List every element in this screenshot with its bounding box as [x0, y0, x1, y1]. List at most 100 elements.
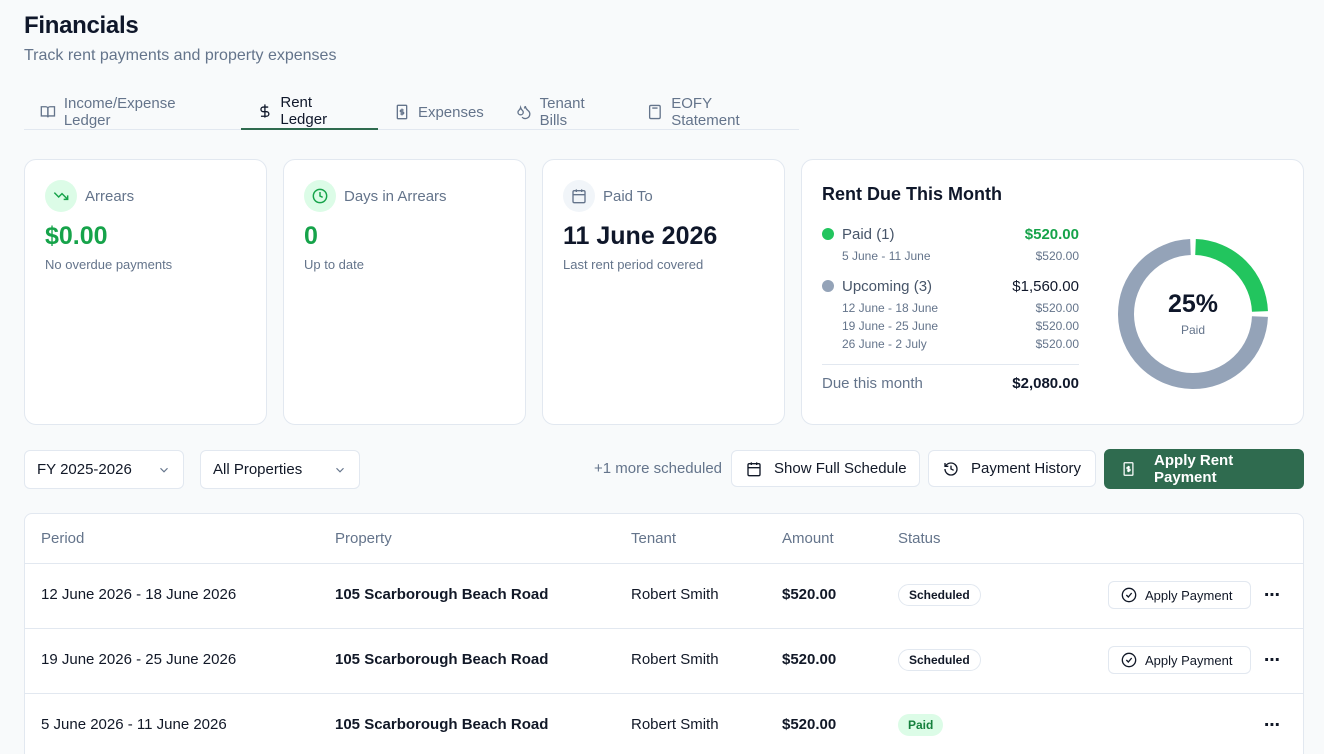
period-cell: 5 June 2026 - 11 June 2026 — [41, 716, 227, 733]
column-header-amount: Amount — [782, 530, 834, 547]
receipt-icon — [396, 104, 408, 120]
more-options-icon[interactable]: ⋯ — [1261, 714, 1283, 736]
fy-select[interactable]: FY 2025-2026 — [24, 450, 184, 489]
arrears-value: $0.00 — [45, 222, 108, 250]
column-header-property: Property — [335, 530, 392, 547]
arrears-card: Arrears $0.00 No overdue payments — [24, 159, 267, 425]
amount: $520.00 — [1035, 301, 1079, 315]
property-cell: 105 Scarborough Beach Road — [335, 586, 549, 603]
tab-income-expense-ledger[interactable]: Income/Expense Ledger — [24, 94, 241, 130]
paid-summary-row: Paid (1) $520.00 — [822, 226, 1079, 243]
period-cell: 19 June 2026 - 25 June 2026 — [41, 651, 237, 668]
paid-dot — [822, 228, 834, 240]
more-options-icon[interactable]: ⋯ — [1261, 649, 1283, 671]
apply-payment-button[interactable]: Apply Payment — [1108, 646, 1251, 674]
days-note: Up to date — [304, 257, 364, 272]
tab-bar: Income/Expense Ledger Rent Ledger Expens… — [24, 94, 799, 130]
table-row[interactable]: 12 June 2026 - 18 June 2026 105 Scarboro… — [25, 563, 1303, 628]
tab-expenses[interactable]: Expenses — [378, 94, 500, 130]
trending-down-icon — [45, 180, 77, 212]
rent-ledger-table: Period Property Tenant Amount Status 12 … — [24, 513, 1304, 754]
days-in-arrears-card: Days in Arrears 0 Up to date — [283, 159, 526, 425]
amount-cell: $520.00 — [782, 651, 837, 668]
drops-icon — [517, 105, 531, 120]
tab-label: Tenant Bills — [539, 95, 585, 129]
fy-select-value: FY 2025-2026 — [37, 461, 132, 478]
total-row: Due this month $2,080.00 — [822, 375, 1079, 392]
button-label: Apply Payment — [1145, 587, 1233, 603]
calendar-icon — [747, 461, 761, 476]
column-header-period: Period — [41, 530, 85, 547]
tab-label: Rent Ledger — [280, 94, 328, 128]
dollar-icon — [259, 104, 270, 118]
calendar-icon — [563, 180, 595, 212]
rent-due-title: Rent Due This Month — [822, 184, 1002, 204]
days-label: Days in Arrears — [344, 188, 447, 205]
paid-to-note: Last rent period covered — [563, 257, 704, 272]
arrears-note: No overdue payments — [45, 257, 173, 272]
status-badge: Scheduled — [898, 584, 981, 606]
arrears-label: Arrears — [85, 188, 135, 205]
divider — [822, 364, 1079, 365]
upcoming-item-row: 12 June - 18 June $520.00 — [822, 301, 1079, 315]
donut-label: Paid — [1180, 323, 1206, 337]
payment-history-button[interactable]: Payment History — [928, 450, 1096, 487]
apply-rent-payment-button[interactable]: Apply Rent Payment — [1104, 449, 1304, 489]
check-circle-icon — [1121, 587, 1137, 603]
period: 12 June - 18 June — [842, 301, 939, 315]
table-row[interactable]: 5 June 2026 - 11 June 2026 105 Scarborou… — [25, 693, 1303, 754]
page-title: Financials — [24, 12, 139, 39]
property-cell: 105 Scarborough Beach Road — [335, 716, 549, 733]
amount: $520.00 — [1035, 249, 1079, 263]
paid-to-card: Paid To 11 June 2026 Last rent period co… — [542, 159, 785, 425]
upcoming-item-row: 19 June - 25 June $520.00 — [822, 319, 1079, 333]
paid-label: Paid (1) — [842, 226, 895, 243]
amount-cell: $520.00 — [782, 716, 837, 733]
amount-cell: $520.00 — [782, 586, 837, 603]
paid-to-value: 11 June 2026 — [563, 222, 718, 250]
amount: $520.00 — [1035, 337, 1079, 351]
status-badge: Scheduled — [898, 649, 981, 671]
tab-tenant-bills[interactable]: Tenant Bills — [500, 94, 632, 130]
tab-eofy-statement[interactable]: EOFY Statement — [631, 94, 799, 130]
table-row[interactable]: 19 June 2026 - 25 June 2026 105 Scarboro… — [25, 628, 1303, 693]
tab-label: EOFY Statement — [671, 95, 740, 129]
apply-payment-button[interactable]: Apply Payment — [1108, 581, 1251, 609]
period: 5 June - 11 June — [842, 249, 931, 263]
tab-label: Income/Expense Ledger — [63, 95, 176, 129]
more-scheduled-text: +1 more scheduled — [594, 460, 722, 477]
status-badge: Paid — [898, 714, 944, 736]
period-cell: 12 June 2026 - 18 June 2026 — [41, 586, 237, 603]
days-value: 0 — [304, 222, 318, 250]
page-subtitle: Track rent payments and property expense… — [24, 47, 337, 64]
total-amount: $2,080.00 — [1012, 375, 1079, 392]
button-label: Apply Rent Payment — [1154, 452, 1234, 486]
tenant-cell: Robert Smith — [631, 651, 719, 668]
paid-to-label: Paid To — [603, 188, 653, 205]
period: 26 June - 2 July — [842, 337, 927, 351]
period: 19 June - 25 June — [842, 319, 939, 333]
calculator-icon — [649, 104, 662, 120]
upcoming-dot — [822, 280, 834, 292]
chevron-down-icon — [160, 467, 168, 473]
show-full-schedule-button[interactable]: Show Full Schedule — [731, 450, 920, 487]
rent-due-card: Rent Due This Month Paid (1) $520.00 5 J… — [801, 159, 1304, 425]
tab-rent-ledger[interactable]: Rent Ledger — [240, 94, 378, 130]
upcoming-amount: $1,560.00 — [1012, 278, 1079, 295]
button-label: Payment History — [971, 460, 1082, 477]
property-select-value: All Properties — [213, 461, 303, 478]
column-header-tenant: Tenant — [631, 530, 677, 547]
book-icon — [40, 106, 56, 118]
clock-icon — [304, 180, 336, 212]
upcoming-label: Upcoming (3) — [842, 278, 933, 295]
more-options-icon[interactable]: ⋯ — [1261, 584, 1283, 606]
history-icon — [944, 461, 958, 476]
chevron-down-icon — [336, 467, 344, 473]
tab-label: Expenses — [417, 103, 484, 121]
check-circle-icon — [1121, 652, 1137, 668]
upcoming-item-row: 26 June - 2 July $520.00 — [822, 337, 1079, 351]
property-select[interactable]: All Properties — [200, 450, 360, 489]
property-cell: 105 Scarborough Beach Road — [335, 651, 549, 668]
button-label: Show Full Schedule — [774, 460, 907, 477]
amount: $520.00 — [1035, 319, 1079, 333]
